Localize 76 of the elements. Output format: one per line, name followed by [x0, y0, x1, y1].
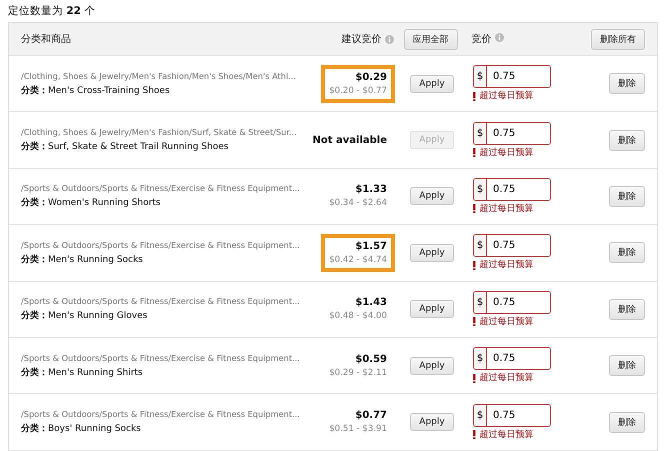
category-name: Boys' Running Socks: [48, 424, 141, 434]
target-count-title: 定位数量为 22 个: [7, 4, 96, 19]
category-name: Men's Cross-Training Shoes: [48, 86, 170, 96]
error-message: 超过每日预算: [480, 202, 534, 215]
warning-icon: [473, 92, 476, 101]
bid-range: $0.34 - $2.64: [329, 198, 387, 208]
suggested-bid: $1.43: [354, 297, 387, 308]
bid-input[interactable]: $ 0.75: [473, 404, 551, 427]
category-path: /Clothing, Shoes & Jewelry/Men's Fashion/Surf, Skate & Street/Sur...: [21, 127, 298, 138]
apply-button[interactable]: Apply: [410, 300, 454, 318]
bid-input[interactable]: $ 0.75: [473, 347, 551, 370]
error-message: 超过每日预算: [480, 316, 534, 328]
delete-button[interactable]: 删除: [609, 73, 645, 94]
bid-range: $0.20 - $0.77: [329, 86, 387, 96]
category-path: /Sports & Outdoors/Sports & Fitness/Exercise & Fitness Equipment...: [21, 240, 301, 250]
delete-all-button[interactable]: 删除所有: [591, 28, 645, 50]
column-header: 建议竞价: [342, 32, 382, 46]
warning-icon: [473, 430, 476, 440]
warning-icon: [473, 260, 476, 270]
suggested-bid: $0.59: [354, 354, 387, 365]
category-label: 分类：: [21, 142, 48, 152]
category-label: 分类：: [21, 86, 48, 96]
category-label: 分类：: [21, 198, 48, 208]
error-message: 超过每日预算: [480, 90, 534, 102]
bid-input[interactable]: $ 0.75: [473, 178, 551, 201]
bid-range: $0.51 - $3.91: [329, 424, 387, 434]
category-name: Surf, Skate & Street Trail Running Shoes: [48, 142, 228, 152]
error-message: 超过每日预算: [480, 259, 534, 272]
category-label: 分类：: [21, 254, 48, 265]
error-message: 超过每日预算: [480, 372, 534, 384]
bid-range: $0.48 - $4.00: [329, 311, 387, 322]
category-label: 分类：: [21, 368, 48, 378]
suggested-bid: $0.77: [354, 410, 387, 422]
category-name: Women's Running Shorts: [48, 198, 160, 208]
apply-button[interactable]: Apply: [410, 74, 454, 93]
apply-button[interactable]: Apply: [410, 244, 454, 262]
bid-input[interactable]: $ 0.75: [473, 65, 551, 88]
error-message: 超过每日预算: [480, 146, 534, 159]
info-icon[interactable]: [384, 34, 394, 44]
category-path: /Sports & Outdoors/Sports & Fitness/Exercise & Fitness Equipment...: [21, 409, 301, 420]
warning-icon: [473, 148, 476, 158]
bid-input[interactable]: $ 0.75: [473, 122, 551, 145]
column-header: 分类和商品: [21, 34, 71, 45]
apply-button[interactable]: Apply: [410, 413, 454, 432]
category-path: /Clothing, Shoes & Jewelry/Men's Fashion/Men's Shoes/Men's Athl...: [21, 70, 298, 81]
category-path: /Sports & Outdoors/Sports & Fitness/Exercise & Fitness Equipment...: [21, 183, 301, 194]
category-name: Men's Running Shirts: [48, 368, 143, 378]
suggested-bid: $0.29: [354, 72, 387, 83]
category-path: /Sports & Outdoors/Sports & Fitness/Exercise & Fitness Equipment...: [21, 296, 301, 306]
delete-button[interactable]: 删除: [609, 298, 645, 320]
bid-input[interactable]: $ 0.75: [473, 234, 551, 258]
delete-button[interactable]: 删除: [609, 186, 645, 207]
warning-icon: [473, 374, 476, 383]
column-header: 竞价: [471, 34, 492, 45]
category-name: Men's Running Socks: [48, 254, 143, 265]
delete-button[interactable]: 删除: [609, 130, 645, 151]
category-name: Men's Running Gloves: [48, 311, 148, 322]
delete-button[interactable]: 删除: [609, 355, 645, 376]
bid-input[interactable]: $ 0.75: [473, 290, 551, 314]
delete-button[interactable]: 删除: [609, 412, 645, 433]
info-icon[interactable]: [494, 33, 504, 42]
apply-all-button[interactable]: 应用全部: [404, 28, 458, 50]
bid-range: $0.29 - $2.11: [329, 368, 387, 378]
suggested-bid: Not available: [312, 134, 387, 146]
delete-button[interactable]: 删除: [609, 242, 645, 264]
warning-icon: [473, 204, 476, 214]
category-path: /Sports & Outdoors/Sports & Fitness/Exercise & Fitness Equipment...: [21, 352, 301, 363]
apply-button[interactable]: Apply: [410, 187, 454, 206]
bid-range: $0.42 - $4.74: [329, 254, 387, 265]
warning-icon: [473, 317, 476, 326]
error-message: 超过每日预算: [480, 428, 534, 441]
category-label: 分类：: [21, 311, 48, 322]
suggested-bid: $1.33: [354, 184, 387, 196]
suggested-bid: $1.57: [354, 240, 387, 252]
apply-button[interactable]: Apply: [410, 356, 454, 375]
category-label: 分类：: [21, 424, 48, 434]
